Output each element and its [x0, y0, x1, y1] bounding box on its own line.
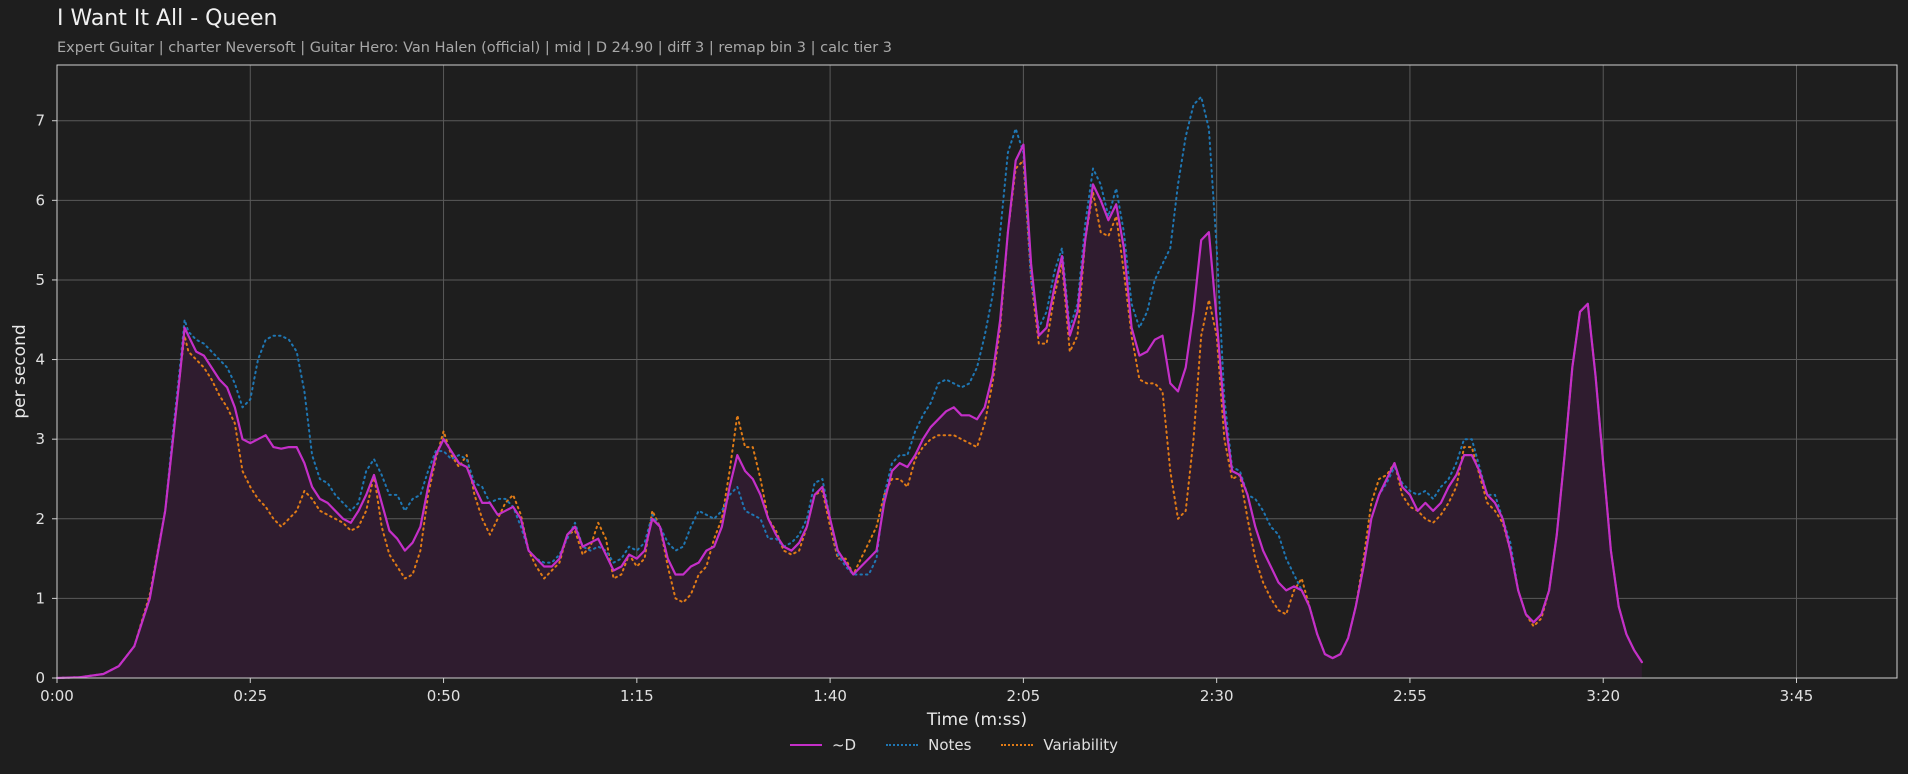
x-tick-label: 2:05 [1007, 687, 1041, 705]
legend: ~D Notes Variability [0, 736, 1908, 754]
x-tick-label: 0:50 [427, 687, 461, 705]
y-tick-label: 1 [35, 589, 45, 607]
legend-item-variability: Variability [1001, 736, 1118, 754]
y-axis-label: per second [10, 324, 30, 418]
x-tick-label: 2:55 [1393, 687, 1427, 705]
y-tick-label: 5 [35, 271, 45, 289]
legend-swatch-variability [1001, 744, 1034, 746]
y-tick-label: 3 [35, 430, 45, 448]
x-tick-label: 1:40 [813, 687, 847, 705]
legend-item-d: ~D [789, 736, 857, 754]
x-tick-label: 2:30 [1200, 687, 1234, 705]
x-tick-label: 3:45 [1780, 687, 1814, 705]
x-tick-label: 0:25 [233, 687, 267, 705]
y-tick-label: 2 [35, 510, 45, 528]
x-tick-label: 1:15 [620, 687, 654, 705]
legend-item-notes: Notes [886, 736, 971, 754]
legend-label-variability: Variability [1043, 736, 1119, 754]
x-tick-label: 0:00 [40, 687, 74, 705]
legend-label-d: ~D [831, 736, 857, 754]
y-tick-label: 4 [35, 351, 45, 369]
x-tick-label: 3:20 [1586, 687, 1620, 705]
legend-label-notes: Notes [928, 736, 972, 754]
x-axis-label: Time (m:ss) [926, 710, 1027, 730]
y-tick-label: 7 [35, 112, 45, 130]
chart-plot: 0:00 0:25 0:50 1:15 1:40 2:05 2:30 2:55 3:20 3:45… [10, 64, 1898, 730]
y-tick-label: 0 [35, 669, 45, 687]
series-layer [55, 95, 1643, 680]
series-area-d [57, 144, 1642, 679]
legend-swatch-d [789, 744, 822, 746]
legend-swatch-notes [886, 744, 919, 746]
y-tick-label: 6 [35, 191, 45, 209]
